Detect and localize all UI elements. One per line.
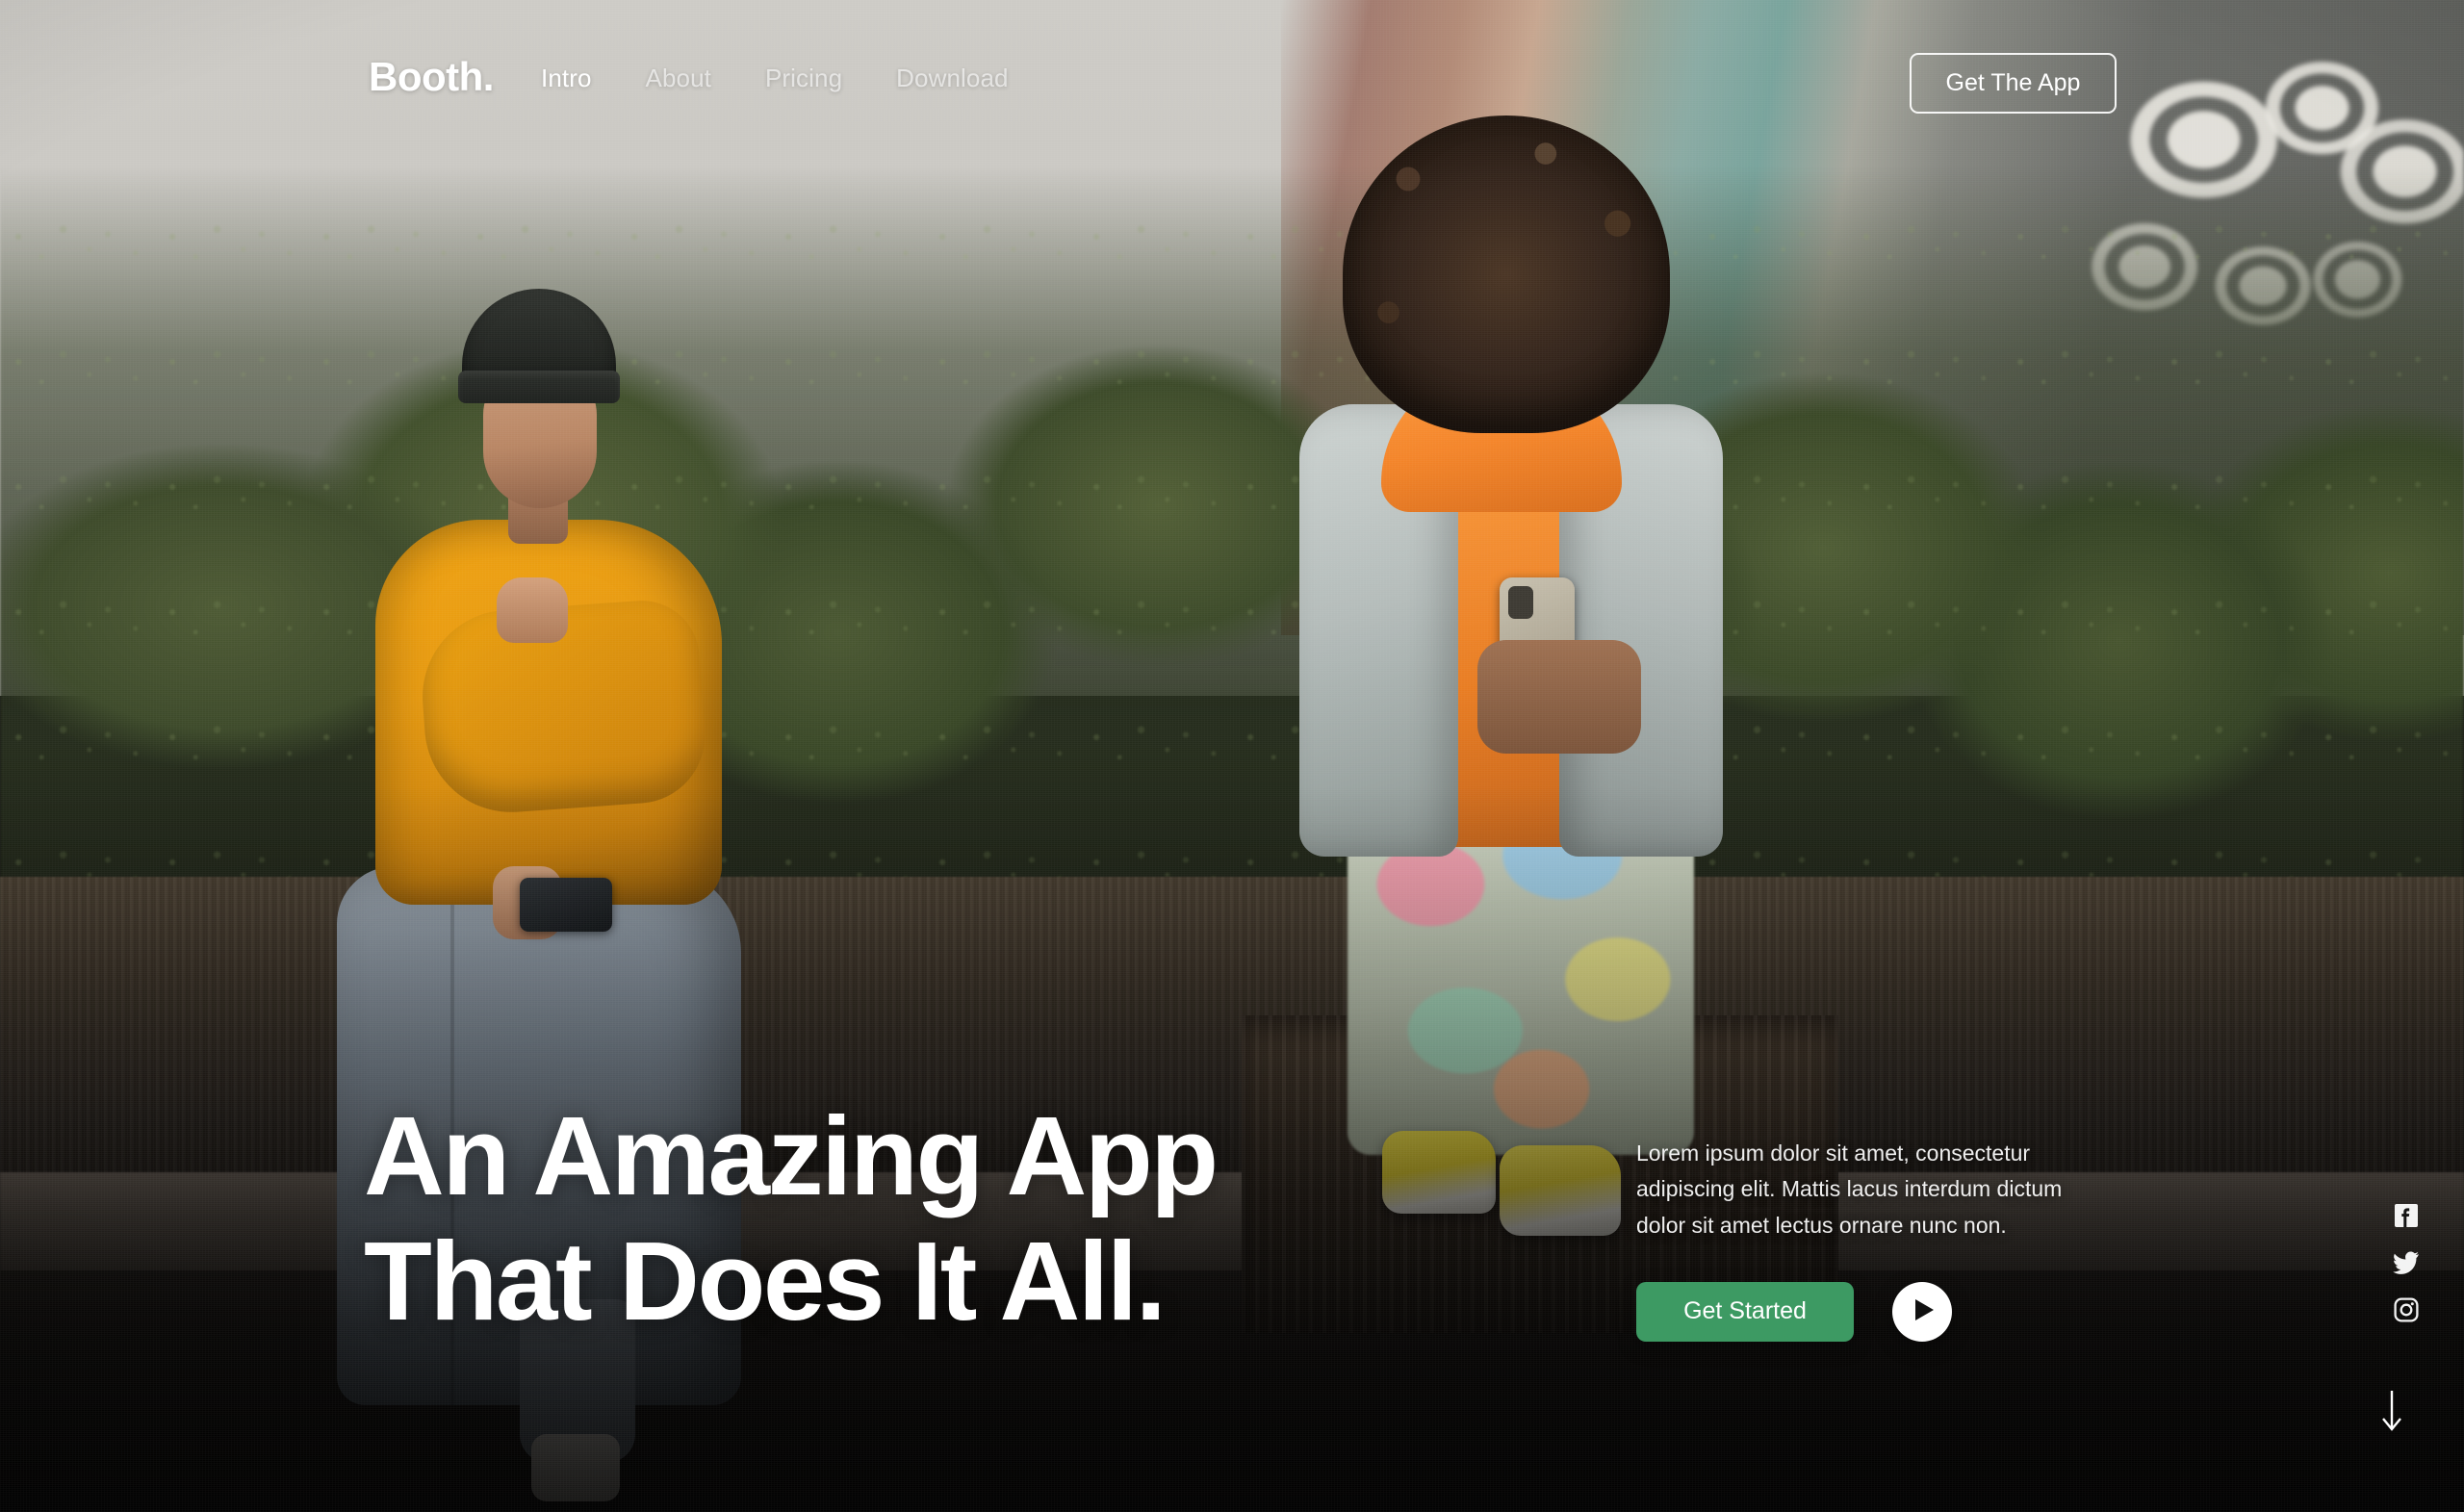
get-the-app-button[interactable]: Get The App — [1910, 53, 2117, 114]
hero-headline: An Amazing App That Does It All. — [364, 1093, 1219, 1344]
nav-item-download[interactable]: Download — [896, 64, 1008, 93]
get-started-button[interactable]: Get Started — [1636, 1281, 1854, 1342]
nav-item-pricing[interactable]: Pricing — [765, 64, 842, 93]
ui-layer: Booth. Intro About Pricing Download Get … — [0, 0, 2464, 1512]
nav-item-about[interactable]: About — [646, 64, 711, 93]
hero-side-panel: Lorem ipsum dolor sit amet, consectetur … — [1636, 1136, 2089, 1342]
play-triangle-icon — [1910, 1298, 1935, 1324]
hero-paragraph: Lorem ipsum dolor sit amet, consectetur … — [1636, 1140, 2063, 1238]
social-links — [2393, 1203, 2420, 1322]
brand-logo[interactable]: Booth. — [369, 54, 494, 100]
hero-action-row: Get Started — [1636, 1281, 2089, 1342]
scroll-down-arrow-icon[interactable] — [2373, 1387, 2411, 1435]
page-root: Booth. Intro About Pricing Download Get … — [0, 0, 2464, 1512]
play-video-button[interactable] — [1892, 1281, 1952, 1342]
main-navigation: Intro About Pricing Download — [541, 64, 1009, 93]
facebook-icon[interactable] — [2394, 1203, 2419, 1228]
twitter-icon[interactable] — [2393, 1251, 2420, 1274]
nav-item-intro[interactable]: Intro — [541, 64, 592, 93]
site-header: Booth. Intro About Pricing Download Get … — [0, 0, 2464, 166]
instagram-icon[interactable] — [2394, 1297, 2419, 1322]
